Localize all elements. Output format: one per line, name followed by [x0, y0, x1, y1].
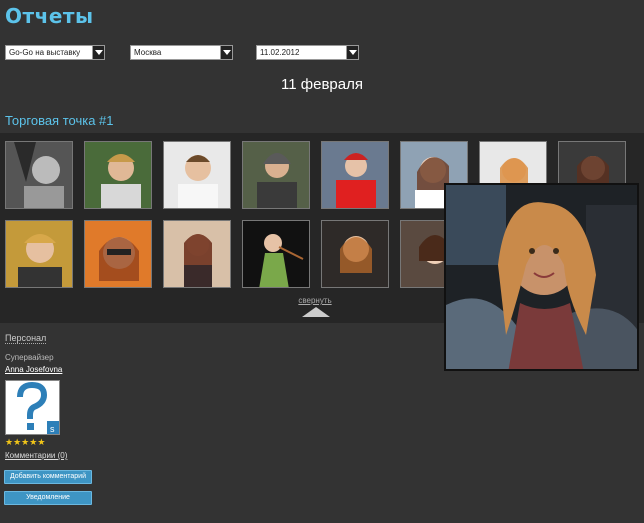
photo-preview-image — [446, 185, 637, 369]
point-title: Торговая точка #1 — [5, 113, 114, 128]
photo-thumbnail[interactable] — [84, 220, 152, 288]
report-date-heading: 11 февраля — [281, 76, 363, 93]
comments-link[interactable]: Комментарии (0) — [5, 451, 67, 460]
brand-select[interactable]: Go-Go на выставку — [5, 45, 105, 60]
chevron-down-icon[interactable] — [220, 46, 232, 59]
photo-preview[interactable] — [444, 183, 639, 371]
supervisor-label: Супервайзер — [5, 353, 54, 362]
photo-thumbnail[interactable] — [321, 220, 389, 288]
avatar[interactable]: s — [5, 380, 60, 435]
add-comment-button[interactable]: Добавить комментарий — [4, 470, 92, 484]
notify-button[interactable]: Уведомление — [4, 491, 92, 505]
star-icon: ★ — [37, 437, 46, 447]
photo-thumbnail[interactable] — [163, 141, 231, 209]
city-select-value: Москва — [134, 48, 162, 57]
collapse-arrow-icon[interactable] — [302, 307, 330, 317]
star-icon: ★ — [5, 437, 14, 447]
chevron-down-icon[interactable] — [346, 46, 358, 59]
photo-thumbnail[interactable] — [163, 220, 231, 288]
brand-select-value: Go-Go на выставку — [9, 48, 81, 57]
photo-thumbnail[interactable] — [5, 220, 73, 288]
photo-thumbnail[interactable] — [84, 141, 152, 209]
page-title: Отчеты — [5, 4, 94, 28]
city-select[interactable]: Москва — [130, 45, 233, 60]
placeholder-avatar-icon: s — [6, 381, 59, 434]
photo-thumbnail[interactable] — [5, 141, 73, 209]
chevron-down-icon[interactable] — [92, 46, 104, 59]
svg-text:s: s — [50, 424, 55, 434]
rating-stars: ★★★★★ — [5, 437, 45, 448]
date-select-value: 11.02.2012 — [260, 48, 300, 57]
photo-thumbnail[interactable] — [242, 141, 310, 209]
star-icon: ★ — [13, 437, 22, 447]
date-select[interactable]: 11.02.2012 — [256, 45, 359, 60]
staff-section-label[interactable]: Персонал — [5, 333, 47, 344]
photo-thumbnail[interactable] — [242, 220, 310, 288]
photo-thumbnail[interactable] — [321, 141, 389, 209]
supervisor-name-link[interactable]: Anna Josefovna — [5, 365, 62, 374]
